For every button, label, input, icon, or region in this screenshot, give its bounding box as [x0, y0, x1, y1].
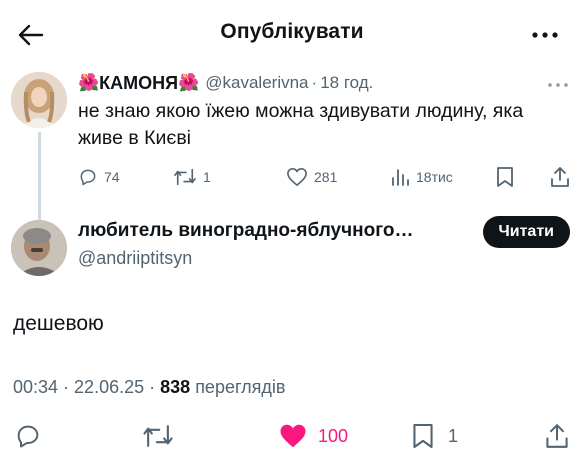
like-count: 100 [318, 425, 349, 446]
post-text: не знаю якою їжею можна здивувати людину… [78, 100, 524, 149]
hibiscus-emoji: 🌺 [178, 73, 200, 92]
author-handle[interactable]: @andriiptitsyn [78, 248, 192, 269]
repost-button[interactable]: 1 [173, 164, 211, 190]
post-meta: 00:34 · 22.06.25 · 838 переглядів [13, 377, 286, 397]
post-time[interactable]: 18 год. [320, 73, 373, 93]
reply-icon [80, 169, 96, 186]
hibiscus-emoji: 🌺 [78, 73, 100, 92]
repost-button[interactable] [142, 418, 174, 454]
share-icon [546, 424, 568, 448]
views-count: 838 [160, 377, 191, 397]
subscribe-button[interactable]: Читати [482, 216, 570, 248]
author-name-text: КАМОНЯ [99, 72, 179, 93]
top-bar: Опублікувати [0, 0, 584, 62]
author-handle[interactable]: @kavalerivna [205, 73, 308, 93]
author-name[interactable]: 🌺 КАМОНЯ 🌺 [78, 73, 199, 94]
bookmark-count: 1 [448, 425, 459, 446]
views-label: переглядів [195, 377, 286, 397]
post-date[interactable]: 22.06.25 [74, 377, 144, 397]
parent-post[interactable]: 🌺 КАМОНЯ 🌺 @kavalerivna · 18 год. не зна… [0, 62, 584, 260]
reply-author: любитель виноградно-яблучного… @andriipt… [0, 212, 584, 282]
repost-icon [174, 168, 196, 186]
post-actions: 100 1 [0, 418, 584, 454]
post-author: 🌺 КАМОНЯ 🌺 @kavalerivna · 18 год. [78, 70, 373, 96]
repost-count: 1 [203, 169, 211, 185]
share-button[interactable] [550, 164, 570, 190]
separator-dot: · [311, 73, 318, 92]
bookmark-button[interactable]: 1 [412, 418, 458, 454]
more-icon [532, 32, 558, 38]
views-count: 18тис [416, 169, 453, 185]
views-button[interactable]: 18тис [390, 164, 453, 190]
reply-count: 74 [104, 169, 120, 185]
reply-icon [17, 425, 39, 448]
like-button[interactable]: 281 [286, 164, 337, 190]
page-title: Опублікувати [220, 20, 364, 43]
heart-filled-icon [280, 424, 306, 448]
heart-icon [287, 168, 307, 186]
reply-button[interactable] [14, 418, 42, 454]
avatar[interactable] [11, 72, 67, 128]
author-name[interactable]: любитель виноградно-яблучного… [78, 220, 413, 242]
like-count: 281 [314, 169, 338, 185]
views-icon [392, 169, 409, 186]
bookmark-icon [413, 423, 433, 449]
post-actions: 74 1 281 18тис [78, 164, 573, 190]
bookmark-icon [497, 167, 513, 187]
avatar[interactable] [11, 220, 67, 276]
like-button[interactable]: 100 [278, 418, 348, 454]
post-time[interactable]: 00:34 [13, 377, 58, 397]
repost-icon [143, 425, 173, 447]
share-icon [551, 167, 569, 187]
reply-button[interactable]: 74 [78, 164, 120, 190]
post-more-button[interactable] [548, 74, 568, 92]
more-icon [548, 83, 568, 87]
bookmark-button[interactable] [496, 164, 514, 190]
share-button[interactable] [545, 418, 569, 454]
post-text: дешевою [13, 312, 104, 335]
more-options-button[interactable] [528, 20, 562, 50]
